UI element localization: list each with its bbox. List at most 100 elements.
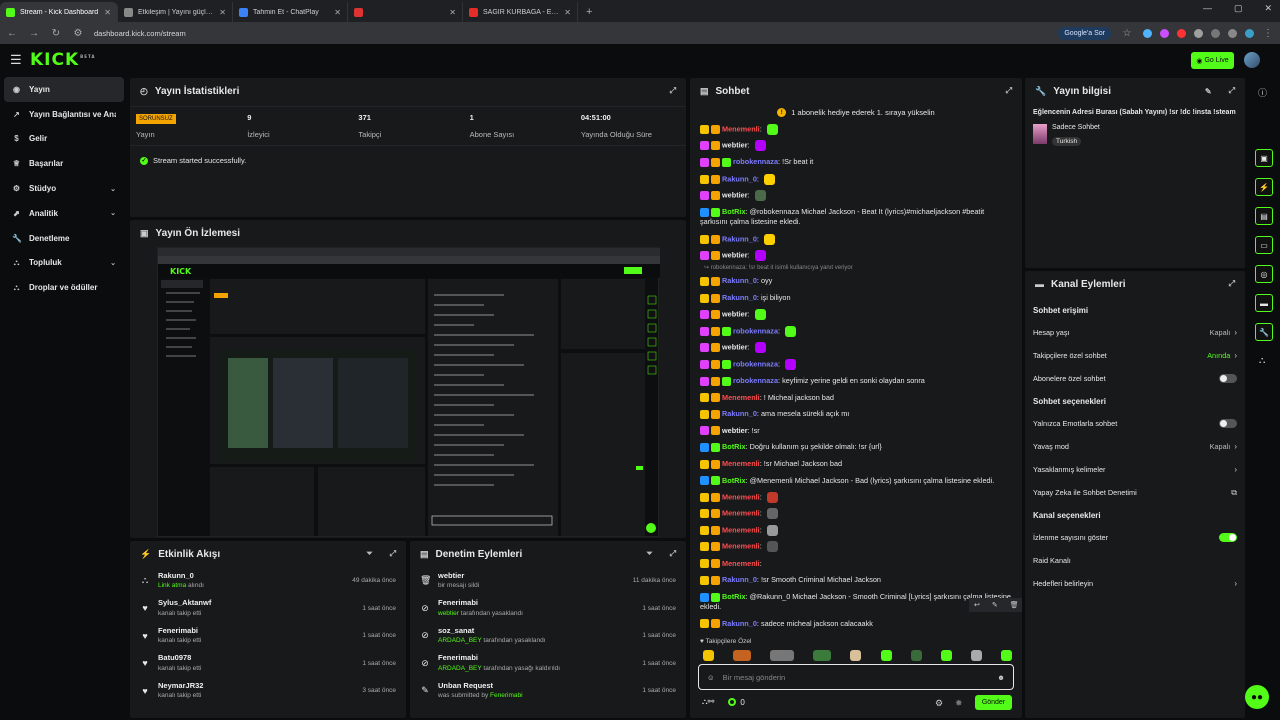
shield-icon[interactable]: ✸	[955, 698, 963, 709]
sidebar-item[interactable]: $ Gelir	[0, 127, 128, 152]
settings-gear-icon[interactable]: ⚙	[935, 698, 943, 709]
minimize-icon[interactable]: —	[1203, 3, 1212, 14]
chat-username[interactable]: Rakunn_0	[722, 174, 757, 183]
emote-icon[interactable]	[910, 650, 922, 661]
emote-icon[interactable]	[813, 650, 832, 661]
chat-message[interactable]: webtier: !sr	[690, 423, 1022, 440]
edit-icon[interactable]: ✎	[1205, 87, 1212, 96]
extension-icon[interactable]	[1143, 28, 1152, 38]
chat-message[interactable]: Menemenli:	[690, 489, 1022, 506]
chat-message[interactable]: Menemenli:	[690, 539, 1022, 556]
browser-tab[interactable]: Etkileşim | Yayını güçlendir ✕	[118, 2, 233, 22]
rail-chat-button[interactable]: ▭	[1255, 236, 1273, 254]
extension-icon[interactable]	[1160, 28, 1169, 38]
chat-username[interactable]: Rakunn_0	[722, 619, 757, 628]
pin-icon[interactable]: ✎	[992, 601, 998, 609]
send-button[interactable]: Gönder	[975, 695, 1012, 710]
chat-message[interactable]: webtier:	[690, 187, 1022, 204]
chat-username[interactable]: BotRix	[722, 592, 746, 601]
chat-username[interactable]: Menemenli	[722, 459, 760, 468]
forward-icon[interactable]: →	[28, 28, 40, 39]
expand-icon[interactable]: ⤢	[390, 549, 396, 559]
url-field[interactable]: dashboard.kick.com/stream	[94, 29, 1048, 38]
chat-username[interactable]: Rakunn_0	[722, 234, 757, 243]
chat-username[interactable]: Rakunn_0	[722, 575, 757, 584]
tab-close-icon[interactable]: ✕	[564, 8, 571, 17]
chat-message[interactable]: robokennaza:	[690, 356, 1022, 373]
chat-message[interactable]: Menemenli: !sr Michael Jackson bad	[690, 456, 1022, 473]
emote-icon[interactable]	[703, 650, 714, 661]
feed-item[interactable]: ♥ Batu0978 kanalı takip etti 1 saat önce	[130, 650, 406, 678]
setting-row[interactable]: Hedefleri belirleyin ›	[1025, 572, 1245, 595]
sidebar-item[interactable]: 🔧 Denetleme	[0, 226, 128, 251]
feed-item[interactable]: ♥ Sylus_Aktanwf kanalı takip etti 1 saat ön…	[130, 595, 406, 623]
chat-message[interactable]: Menemenli:	[690, 522, 1022, 539]
setting-row[interactable]: İzlenme sayısını göster	[1025, 526, 1245, 549]
delete-icon[interactable]: 🗑	[1010, 601, 1019, 609]
sidebar-item[interactable]: ⚙ Stüdyo ⌄	[0, 176, 128, 201]
chat-message[interactable]: Rakunn_0: işi biliyon	[690, 290, 1022, 307]
setting-row[interactable]: Raid Kanalı	[1025, 549, 1245, 572]
expand-icon[interactable]: ⤢	[670, 86, 676, 96]
tab-close-icon[interactable]: ✕	[449, 8, 456, 17]
chat-username[interactable]: Menemenli	[722, 492, 760, 501]
chat-message[interactable]: Menemenli:	[690, 555, 1022, 572]
browser-tab[interactable]: Stream - Kick Dashboard ✕	[0, 2, 118, 22]
chat-username[interactable]: Rakunn_0	[722, 409, 757, 418]
sidepanel-icon[interactable]	[1228, 28, 1237, 38]
chat-message[interactable]: Rakunn_0: sadece micheal jackson calacaa…	[690, 615, 1022, 632]
chat-message[interactable]: Menemenli:	[690, 505, 1022, 522]
chat-input[interactable]: ☺ Bir mesaj gönderin ☻	[698, 664, 1014, 690]
chat-username[interactable]: BotRix	[722, 207, 746, 216]
chat-username[interactable]: webtier	[722, 426, 748, 435]
go-live-button[interactable]: ◉ Go Live	[1191, 52, 1234, 69]
feed-item[interactable]: ⊘ Fenerimabi webtier tarafından yasaklandı…	[410, 595, 686, 623]
chat-message[interactable]: BotRix: @robokennaza Michael Jackson - B…	[690, 204, 1022, 231]
back-icon[interactable]: ←	[6, 28, 18, 39]
sidebar-item[interactable]: ⛬ Topluluk ⌄	[0, 251, 128, 276]
rail-people-icon[interactable]: ⛬	[1259, 355, 1265, 366]
chat-message[interactable]: robokennaza: keyfimiz yerine geldi en so…	[690, 373, 1022, 390]
toggle-switch[interactable]	[1219, 533, 1237, 542]
setting-row[interactable]: Abonelere özel sohbet	[1025, 367, 1245, 390]
setting-row[interactable]: Yasaklanmış kelimeler ›	[1025, 458, 1245, 481]
reload-icon[interactable]: ↻	[50, 28, 62, 39]
setting-row[interactable]: Yapay Zeka ile Sohbet Denetimi ⧉	[1025, 481, 1245, 504]
feed-item[interactable]: ⊘ soz_sanat ARDADA_BEY tarafından yasaklan…	[410, 622, 686, 650]
toggle-switch[interactable]	[1219, 419, 1237, 428]
rail-video-button[interactable]: ▣	[1255, 149, 1273, 167]
emote-picker-icon[interactable]: ☻	[997, 673, 1005, 682]
chat-username[interactable]: webtier	[722, 191, 748, 200]
chat-username[interactable]: Menemenli	[722, 124, 760, 133]
sidebar-item[interactable]: ↗ Yayın Bağlantısı ve Anahtarı	[0, 102, 128, 127]
chat-username[interactable]: robokennaza	[733, 326, 778, 335]
chat-username[interactable]: Menemenli	[722, 559, 760, 568]
new-tab-icon[interactable]: +	[578, 2, 600, 22]
tab-close-icon[interactable]: ✕	[104, 8, 111, 17]
toggle-switch[interactable]	[1219, 374, 1237, 383]
chat-message[interactable]: Rakunn_0:	[690, 231, 1022, 248]
chat-message[interactable]: Menemenli:	[690, 121, 1022, 138]
sidebar-item[interactable]: ♕ Başarılar	[0, 151, 128, 176]
chat-username[interactable]: Rakunn_0	[722, 276, 757, 285]
hamburger-icon[interactable]: ☰	[10, 52, 30, 68]
chat-username[interactable]: Menemenli	[722, 525, 760, 534]
filter-icon[interactable]: ⏷	[646, 549, 652, 559]
feed-item[interactable]: 🗑 webtier bir mesajı sildi 11 dakika önce	[410, 567, 686, 595]
chat-username[interactable]: webtier	[722, 343, 748, 352]
expand-icon[interactable]: ⤢	[1006, 86, 1012, 96]
rail-document-button[interactable]: ▤	[1255, 207, 1273, 225]
rail-wrench-button[interactable]: 🔧	[1255, 323, 1273, 341]
chat-message[interactable]: webtier:	[690, 138, 1022, 155]
feed-item[interactable]: ♥ Fenerimabi kanalı takip etti 1 saat önce	[130, 622, 406, 650]
google-ask-button[interactable]: Google'a Sor	[1058, 26, 1111, 40]
sidebar-item[interactable]: ⬈ Analitik ⌄	[0, 201, 128, 226]
stream-preview-video[interactable]: KICK	[157, 247, 660, 537]
chat-message[interactable]: webtier:	[690, 306, 1022, 323]
menu-kebab-icon[interactable]: ⋮	[1262, 28, 1274, 39]
chat-message[interactable]: Rakunn_0: ama mesela sürekli açık mı	[690, 406, 1022, 423]
emote-icon[interactable]	[940, 650, 952, 661]
feed-item[interactable]: ✎ Unban Request was submitted by Fenerimab…	[410, 677, 686, 705]
kick-logo[interactable]: KICKBETA	[30, 50, 95, 70]
chat-username[interactable]: webtier	[722, 251, 748, 260]
